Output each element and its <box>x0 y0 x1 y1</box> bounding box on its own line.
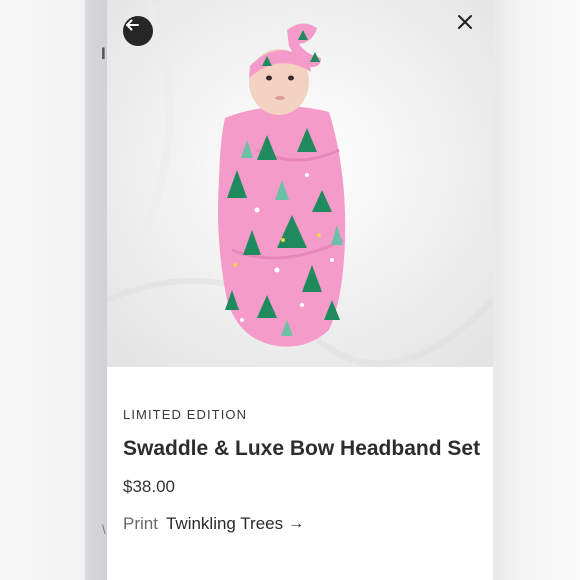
background-text-fragment: I <box>101 44 106 63</box>
background-text-fragment-2: \ <box>102 522 106 537</box>
arrow-left-icon <box>126 19 139 31</box>
edition-badge: LIMITED EDITION <box>123 407 248 422</box>
product-info: LIMITED EDITION Swaddle & Luxe Bow Headb… <box>123 407 483 534</box>
product-title: Swaddle & Luxe Bow Headband Set <box>123 437 481 460</box>
arrow-right-icon[interactable]: → <box>288 515 304 533</box>
background-left-panel: I \ <box>0 0 107 580</box>
swaddle-photo-illustration <box>107 0 493 367</box>
print-label: Print <box>123 514 158 533</box>
back-button[interactable] <box>123 16 153 46</box>
close-icon <box>458 15 472 29</box>
product-quick-view-modal: LIMITED EDITION Swaddle & Luxe Bow Headb… <box>107 0 493 580</box>
print-selector[interactable]: Print Twinkling Trees → <box>123 514 483 534</box>
close-button[interactable] <box>457 14 481 38</box>
print-value-link[interactable]: Twinkling Trees <box>166 514 283 534</box>
product-image <box>107 0 493 367</box>
product-price: $38.00 <box>123 477 175 496</box>
background-right-panel <box>493 0 580 580</box>
